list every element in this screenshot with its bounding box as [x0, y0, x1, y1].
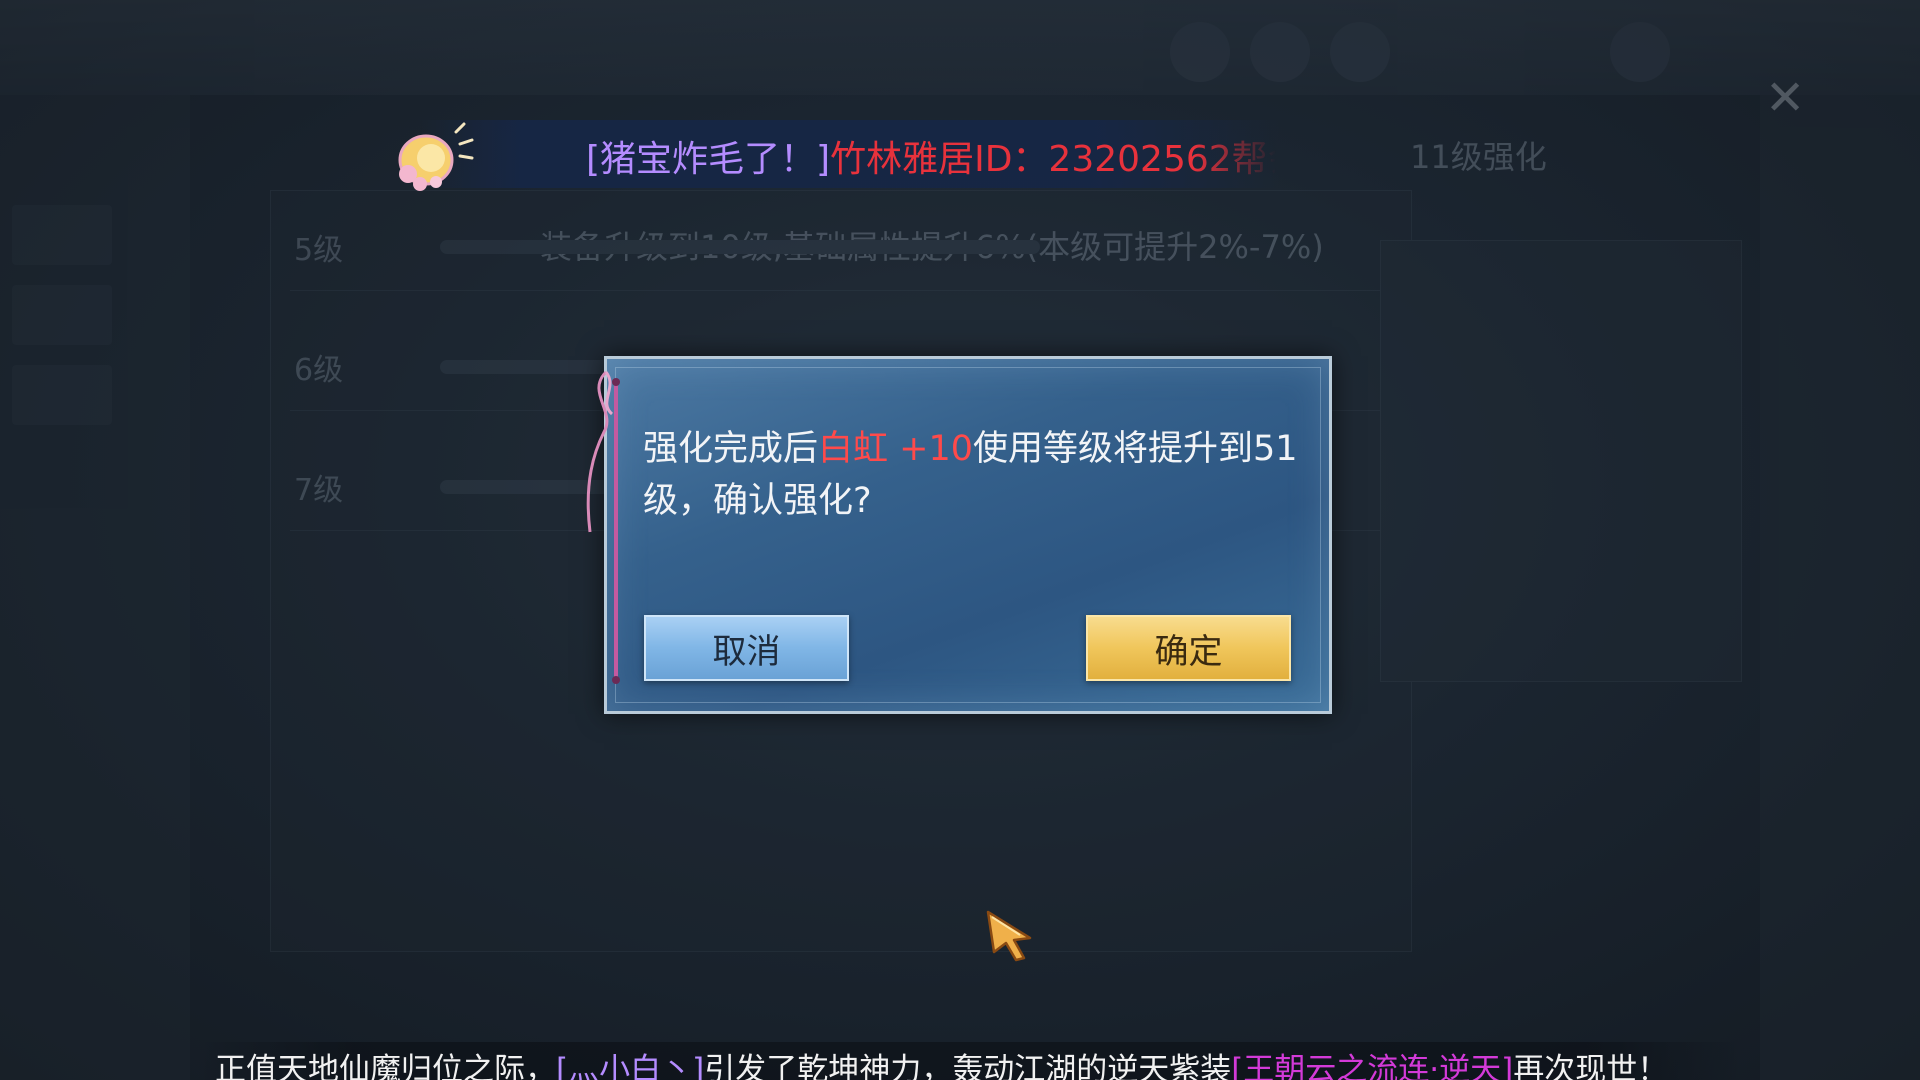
menu-icon: [1610, 22, 1670, 82]
avatar-icon: [1170, 22, 1230, 82]
sidebar-item: [12, 205, 112, 265]
message-prefix: 强化完成后: [643, 429, 819, 469]
dialog-message: 强化完成后白虹 +10使用等级将提升到51级，确认强化?: [643, 423, 1303, 527]
level-bar: [440, 240, 1040, 254]
menu-icon: [1330, 22, 1390, 82]
cancel-button[interactable]: 取消: [644, 615, 849, 681]
announcement-part3: 再次现世！: [1513, 1052, 1669, 1080]
sidebar-item: [12, 365, 112, 425]
system-announcement: 正值天地仙魔归位之际，[灬小白丶]引发了乾坤神力，轰动江湖的逆天紫装[王朝云之流…: [215, 1044, 1668, 1080]
level-row: 5级: [290, 200, 1390, 291]
item-link[interactable]: [王朝云之流连·逆天]: [1231, 1052, 1513, 1080]
panel-title: 11级强化: [1410, 138, 1547, 176]
level-label: 7级: [294, 473, 344, 508]
ribbon-decoration: [586, 370, 620, 684]
confirm-dialog: 强化完成后白虹 +10使用等级将提升到51级，确认强化? 取消 确定: [604, 356, 1332, 714]
sidebar-item: [12, 285, 112, 345]
level-label: 5级: [294, 233, 344, 268]
announcement-text: [猪宝炸毛了！]竹林雅居ID：23202562帮会: [586, 130, 1276, 182]
menu-icon: [1250, 22, 1310, 82]
confirm-button[interactable]: 确定: [1086, 615, 1291, 681]
item-name: 白虹 +10: [818, 429, 974, 469]
megaphone-icon: [398, 122, 474, 191]
sidebar: [0, 95, 190, 1080]
announcement-tag: [猪宝炸毛了！]: [586, 139, 831, 180]
right-sidebar: [1760, 95, 1920, 1080]
item-detail-card: [1380, 240, 1742, 682]
level-label: 6级: [294, 353, 344, 388]
announcement-part2: 引发了乾坤神力，轰动江湖的逆天紫装: [704, 1052, 1232, 1080]
player-name[interactable]: [灬小白丶]: [556, 1052, 704, 1080]
announcement-part1: 正值天地仙魔归位之际，: [215, 1052, 556, 1080]
announcement-message: 竹林雅居ID：23202562帮会: [830, 139, 1276, 180]
game-screen: 11级强化 装备升级到10级,基础属性提升6%(本级可提升2%-7%) 5级 6…: [0, 0, 1920, 1080]
arrow-cursor-icon: [986, 910, 1032, 962]
close-icon[interactable]: ✕: [1765, 70, 1805, 126]
